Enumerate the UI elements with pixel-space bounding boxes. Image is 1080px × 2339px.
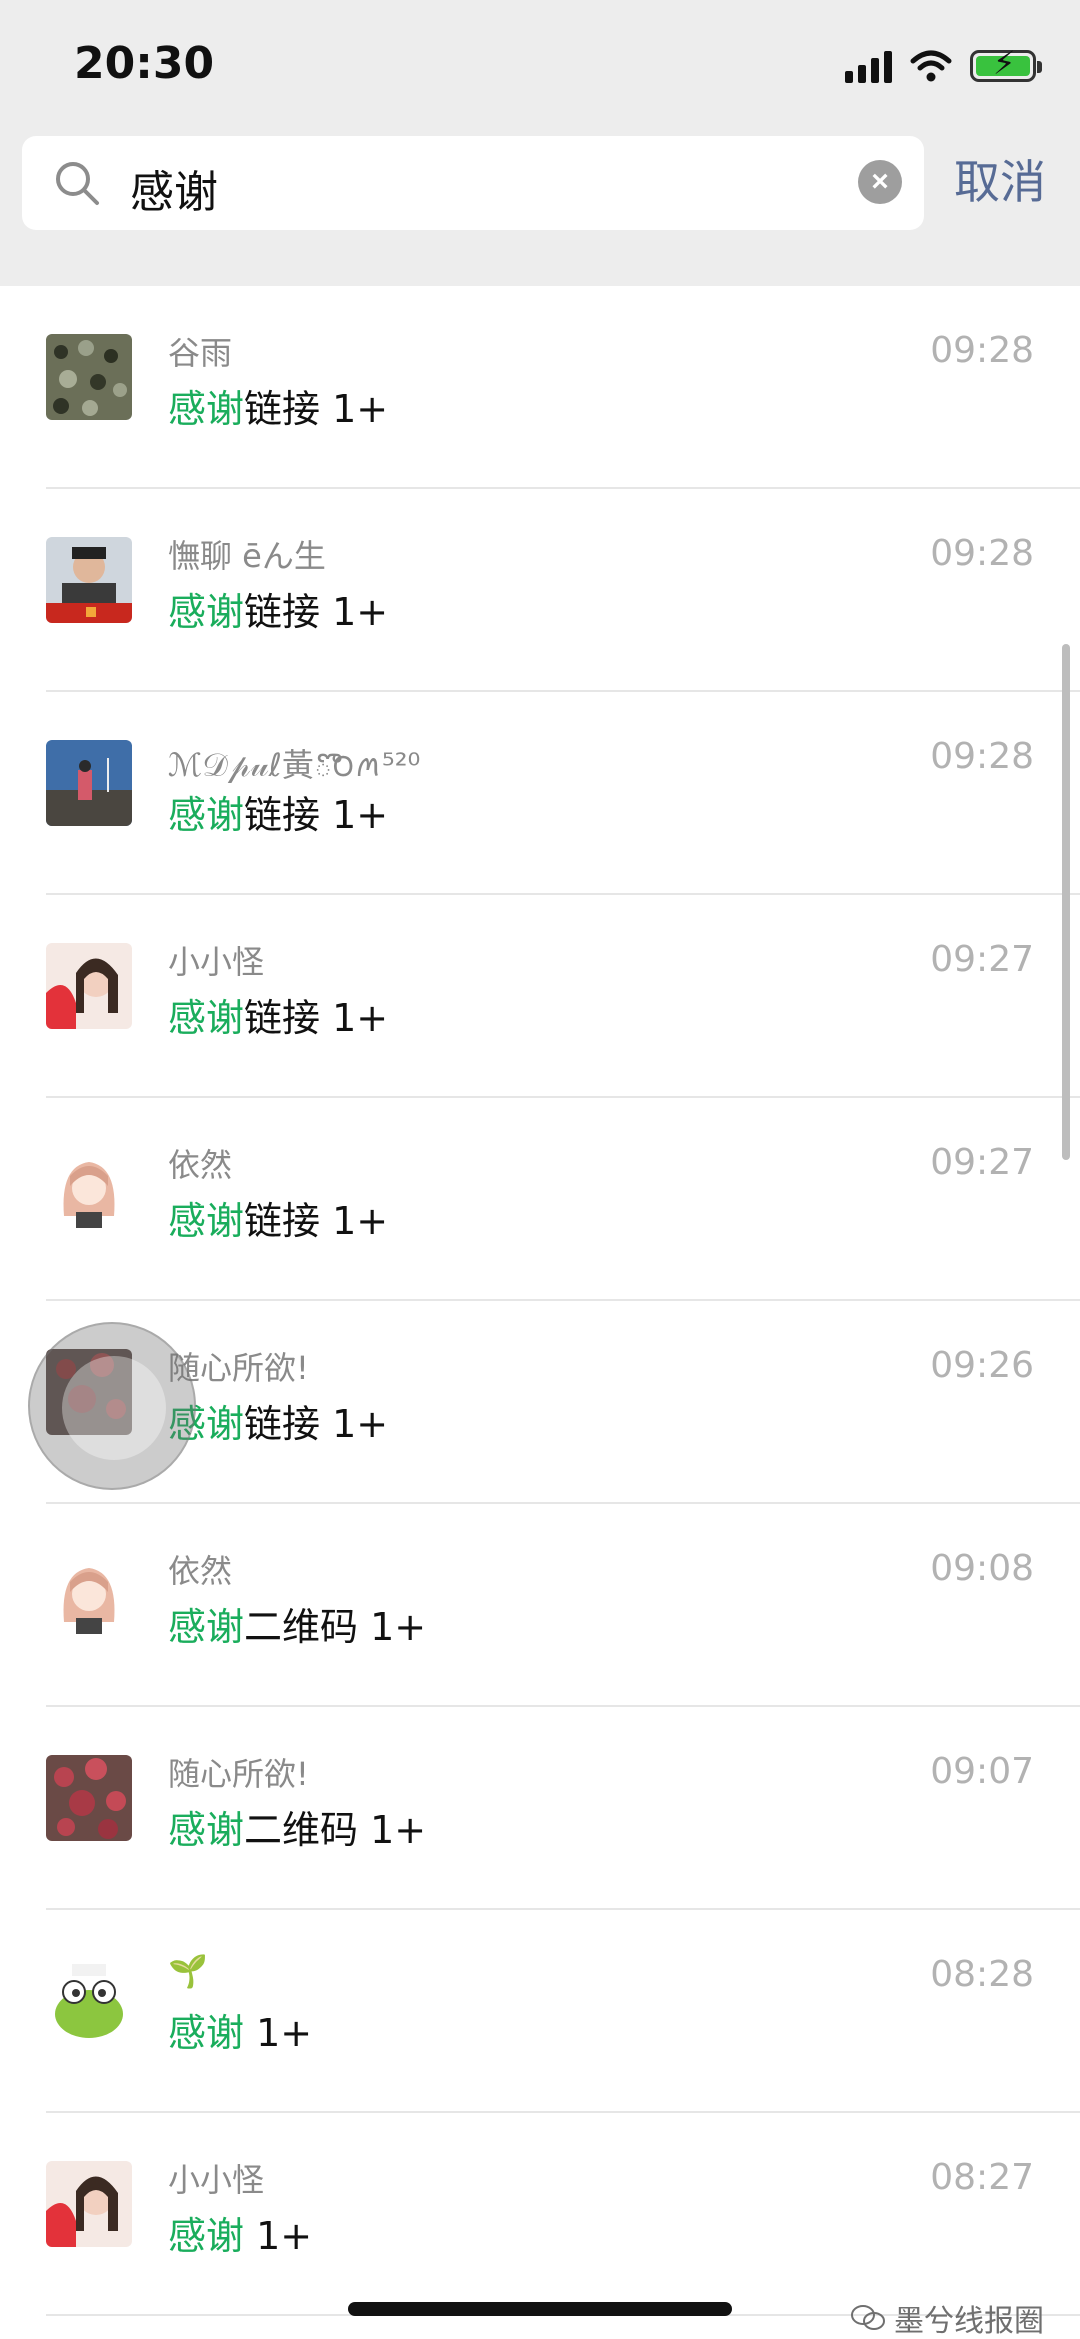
message-text: 链接 1+ — [244, 1402, 389, 1446]
list-item[interactable]: ℳ𝒟𝓅𝓊ℓ黃ొ౦ꪔ⁵²⁰ 感谢链接 1+ 09:28 — [0, 692, 1080, 895]
message-snippet: 感谢链接 1+ — [168, 1190, 388, 1245]
message-snippet: 感谢链接 1+ — [168, 1393, 388, 1448]
contact-name: 随心所欲! — [168, 1755, 309, 1793]
message-text: 1+ — [244, 2214, 313, 2258]
avatar — [46, 537, 132, 623]
highlight-text: 感谢 — [168, 387, 245, 431]
list-item[interactable]: 谷雨 感谢链接 1+ 09:28 — [0, 286, 1080, 489]
message-text: 链接 1+ — [244, 387, 389, 431]
message-time: 09:26 — [930, 1345, 1034, 1386]
contact-name: 🌱 — [168, 1952, 208, 1990]
assistive-touch-button[interactable] — [28, 1322, 196, 1490]
scrollbar[interactable] — [1062, 644, 1070, 1160]
watermark-text: 墨兮线报圈 — [894, 2304, 1044, 2339]
status-bar: 20:30 ⚡ — [0, 0, 1080, 130]
cancel-button[interactable]: 取消 — [954, 146, 1046, 212]
message-text: 链接 1+ — [244, 1199, 389, 1243]
message-time: 09:08 — [930, 1548, 1034, 1589]
message-snippet: 感谢二维码 1+ — [168, 1799, 426, 1854]
search-icon — [56, 162, 99, 205]
search-header: 20:30 ⚡ 感谢 × 取消 — [0, 0, 1080, 286]
message-time: 09:28 — [930, 736, 1034, 777]
result-list: 谷雨 感谢链接 1+ 09:28 憮聊 ēん生 感谢链接 1+ 09:28 ℳ𝒟… — [0, 286, 1080, 2316]
list-item[interactable]: 🌱 感谢 1+ 08:28 — [0, 1910, 1080, 2113]
message-text: 链接 1+ — [244, 590, 389, 634]
highlight-text: 感谢 — [168, 996, 245, 1040]
message-time: 08:27 — [930, 2157, 1034, 2198]
list-item[interactable]: 小小怪 感谢链接 1+ 09:27 — [0, 895, 1080, 1098]
list-item[interactable]: 依然 感谢二维码 1+ 09:08 — [0, 1504, 1080, 1707]
status-time: 20:30 — [74, 38, 215, 89]
avatar — [46, 2161, 132, 2247]
list-item[interactable]: 依然 感谢链接 1+ 09:27 — [0, 1098, 1080, 1301]
message-text: 二维码 1+ — [244, 1605, 427, 1649]
message-time: 08:28 — [930, 1954, 1034, 1995]
message-time: 09:28 — [930, 330, 1034, 371]
highlight-text: 感谢 — [168, 590, 245, 634]
highlight-text: 感谢 — [168, 1808, 245, 1852]
search-input[interactable]: 感谢 — [130, 156, 218, 220]
message-snippet: 感谢 1+ — [168, 2002, 312, 2057]
highlight-text: 感谢 — [168, 793, 245, 837]
message-snippet: 感谢链接 1+ — [168, 581, 388, 636]
contact-name: 憮聊 ēん生 — [168, 537, 326, 575]
message-text: 1+ — [244, 2011, 313, 2055]
contact-name: 谷雨 — [168, 334, 233, 372]
contact-name: 小小怪 — [168, 2161, 265, 2199]
contact-name: 依然 — [168, 1552, 233, 1590]
message-time: 09:27 — [930, 1142, 1034, 1183]
home-indicator[interactable] — [348, 2302, 732, 2316]
avatar — [46, 1958, 132, 2044]
signal-icon — [845, 49, 892, 83]
highlight-text: 感谢 — [168, 1605, 245, 1649]
wifi-icon — [910, 50, 952, 82]
message-text: 链接 1+ — [244, 996, 389, 1040]
battery-icon: ⚡ — [970, 47, 1042, 82]
list-item[interactable]: 小小怪 感谢 1+ 08:27 — [0, 2113, 1080, 2316]
highlight-text: 感谢 — [168, 1199, 245, 1243]
status-icons: ⚡ — [845, 44, 1042, 88]
message-text: 链接 1+ — [244, 793, 389, 837]
highlight-text: 感谢 — [168, 2214, 245, 2258]
wechat-icon — [851, 2305, 885, 2330]
watermark: 墨兮线报圈 — [850, 2296, 1044, 2339]
message-snippet: 感谢链接 1+ — [168, 784, 388, 839]
contact-name: 小小怪 — [168, 943, 265, 981]
avatar — [46, 1552, 132, 1638]
search-bar[interactable]: 感谢 × — [22, 136, 924, 230]
clear-icon[interactable]: × — [858, 160, 902, 204]
message-snippet: 感谢 1+ — [168, 2205, 312, 2260]
list-item[interactable]: 憮聊 ēん生 感谢链接 1+ 09:28 — [0, 489, 1080, 692]
avatar — [46, 334, 132, 420]
message-time: 09:27 — [930, 939, 1034, 980]
message-time: 09:07 — [930, 1751, 1034, 1792]
list-item[interactable]: 随心所欲! 感谢二维码 1+ 09:07 — [0, 1707, 1080, 1910]
message-text: 二维码 1+ — [244, 1808, 427, 1852]
avatar — [46, 943, 132, 1029]
avatar — [46, 1146, 132, 1232]
message-time: 09:28 — [930, 533, 1034, 574]
avatar — [46, 740, 132, 826]
avatar — [46, 1755, 132, 1841]
message-snippet: 感谢链接 1+ — [168, 987, 388, 1042]
contact-name: 依然 — [168, 1146, 233, 1184]
message-snippet: 感谢二维码 1+ — [168, 1596, 426, 1651]
highlight-text: 感谢 — [168, 2011, 245, 2055]
message-snippet: 感谢链接 1+ — [168, 378, 388, 433]
search-results-page: 20:30 ⚡ 感谢 × 取消 谷雨 感谢链接 1+ 09:28 憮聊 ēん生 … — [0, 0, 1080, 2339]
